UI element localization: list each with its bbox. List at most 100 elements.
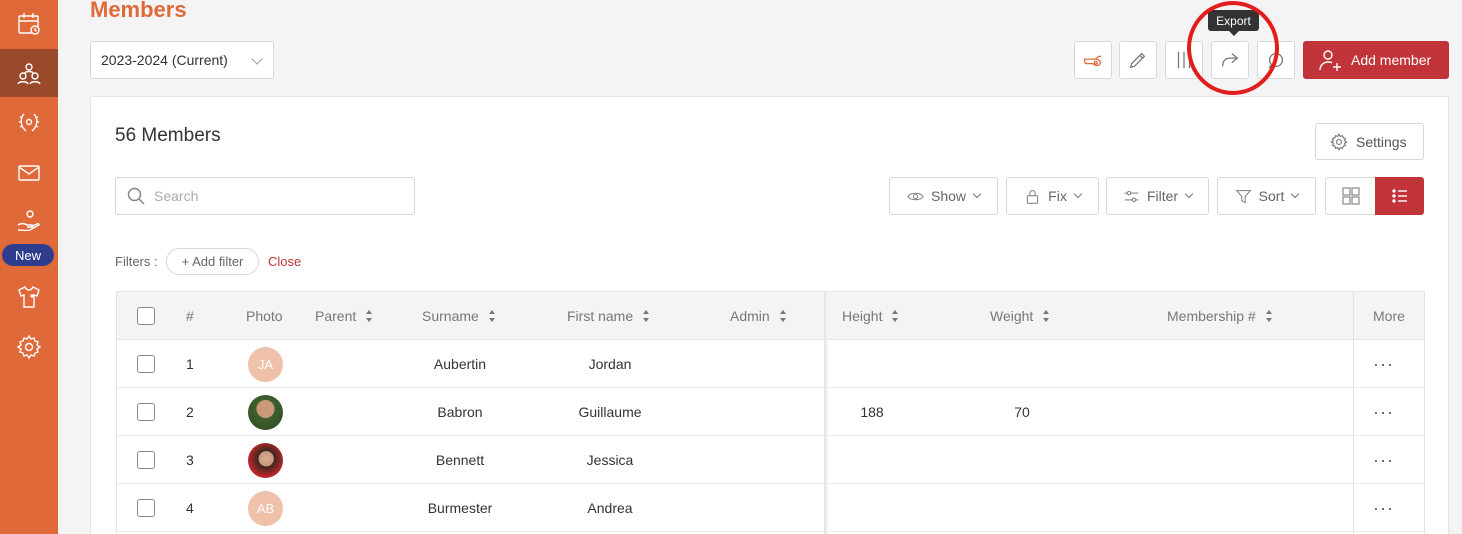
avatar (248, 442, 283, 478)
sidebar-item-competitions[interactable] (0, 99, 58, 147)
header-surname[interactable]: Surname (422, 292, 496, 340)
table-row[interactable]: 4 AB Burmester Andrea ··· (117, 484, 1424, 532)
grid-view-button[interactable] (1325, 177, 1376, 215)
mail-icon (18, 165, 40, 181)
table-row[interactable]: 3 Bennett Jessica ··· (117, 436, 1424, 484)
more-column-divider (1353, 292, 1424, 534)
laurel-icon (19, 113, 39, 132)
show-label: Show (930, 188, 967, 204)
row-height: 188 (860, 404, 884, 420)
header-weight[interactable]: Weight (990, 292, 1050, 340)
chevron-down-icon (1073, 189, 1083, 199)
sidebar-item-members[interactable] (0, 49, 58, 97)
row-checkbox[interactable] (137, 355, 155, 373)
sidebar-item-calendar[interactable] (0, 0, 58, 48)
export-button[interactable] (1211, 41, 1249, 79)
members-count: 56 Members (115, 125, 221, 146)
season-select-value: 2023-2024 (Current) (101, 52, 228, 68)
header-admin-label: Admin (730, 308, 770, 324)
row-height (842, 340, 902, 388)
row-height (842, 436, 902, 484)
whistle-icon (1084, 55, 1102, 67)
chat-button[interactable] (1257, 41, 1295, 79)
header-surname-label: Surname (422, 308, 479, 324)
table-row[interactable]: 1 JA Aubertin Jordan ··· (117, 340, 1424, 388)
header-membership[interactable]: Membership # (1167, 292, 1273, 340)
edit-button[interactable] (1119, 41, 1157, 79)
sort-icon (1265, 310, 1273, 322)
hand-heart-icon (17, 210, 40, 232)
row-surname: Bennett (435, 452, 485, 468)
sort-button[interactable]: Sort (1217, 177, 1316, 215)
filter-label: Filter (1146, 188, 1179, 204)
pencil-icon (1129, 52, 1146, 69)
header-weight-label: Weight (990, 308, 1034, 324)
add-filter-button[interactable]: + Add filter (166, 248, 259, 275)
gear-icon (16, 334, 42, 360)
sidebar: New (0, 0, 58, 534)
header-admin[interactable]: Admin (730, 292, 787, 340)
avatar: JA (248, 346, 283, 382)
sort-label: Sort (1258, 188, 1285, 204)
header-first-name-label: First name (567, 308, 634, 324)
sliders-icon (1124, 190, 1139, 202)
close-filters-link[interactable]: Close (268, 254, 301, 269)
row-number: 1 (186, 356, 194, 372)
row-height (842, 484, 902, 532)
sidebar-item-messages[interactable] (0, 149, 58, 197)
people-icon (17, 63, 41, 85)
row-number: 4 (186, 500, 194, 516)
sidebar-item-donations[interactable] (0, 197, 58, 245)
add-member-label: Add member (1351, 52, 1432, 68)
header-height[interactable]: Height (842, 292, 899, 340)
search-input[interactable] (154, 188, 394, 204)
sidebar-item-equipment[interactable] (0, 273, 58, 321)
avatar (248, 394, 283, 430)
row-first-name: Jordan (588, 356, 632, 372)
funnel-icon (1235, 189, 1252, 203)
header-photo: Photo (246, 308, 283, 324)
sort-icon (779, 310, 787, 322)
sidebar-item-settings[interactable] (0, 323, 58, 371)
add-user-icon (1319, 50, 1341, 71)
chevron-down-icon (1184, 189, 1194, 199)
fix-button[interactable]: Fix (1006, 177, 1099, 215)
row-checkbox[interactable] (137, 499, 155, 517)
shirt-icon (18, 286, 40, 308)
show-button[interactable]: Show (889, 177, 998, 215)
table-header: # Photo Parent Surname First name Admin … (117, 292, 1424, 340)
row-number: 3 (186, 452, 194, 468)
header-parent-label: Parent (315, 308, 357, 324)
sort-icon (892, 310, 899, 322)
row-checkbox[interactable] (137, 451, 155, 469)
columns-button[interactable] (1165, 41, 1203, 79)
row-weight (992, 436, 1052, 484)
new-badge: New (2, 244, 54, 266)
settings-button[interactable]: Settings (1315, 123, 1424, 160)
chevron-down-icon (1291, 189, 1300, 199)
eye-icon (907, 192, 924, 200)
table-row[interactable]: 2 Babron Guillaume 188 70 ··· (117, 388, 1424, 436)
calendar-icon (18, 13, 40, 35)
list-view-button[interactable] (1375, 177, 1424, 215)
header-number: # (186, 308, 194, 324)
row-surname: Aubertin (433, 356, 487, 372)
season-select[interactable]: 2023-2024 (Current) (90, 41, 274, 79)
select-all-checkbox[interactable] (137, 307, 155, 325)
header-parent[interactable]: Parent (315, 292, 373, 340)
whistle-button[interactable] (1074, 41, 1112, 79)
settings-label: Settings (1356, 133, 1407, 150)
chat-icon (1268, 52, 1284, 69)
search-icon (127, 187, 145, 205)
header-first-name[interactable]: First name (567, 292, 650, 340)
row-checkbox[interactable] (137, 403, 155, 421)
row-weight (992, 340, 1052, 388)
add-member-button[interactable]: Add member (1303, 41, 1449, 79)
export-icon (1222, 53, 1239, 67)
members-panel: 56 Members Settings Show Fix Filter Sort… (90, 96, 1449, 534)
filter-button[interactable]: Filter (1106, 177, 1209, 215)
avatar: AB (248, 490, 283, 526)
page-title: Members (90, 0, 187, 22)
chevron-down-icon (972, 189, 982, 199)
members-table: # Photo Parent Surname First name Admin … (116, 291, 1425, 534)
